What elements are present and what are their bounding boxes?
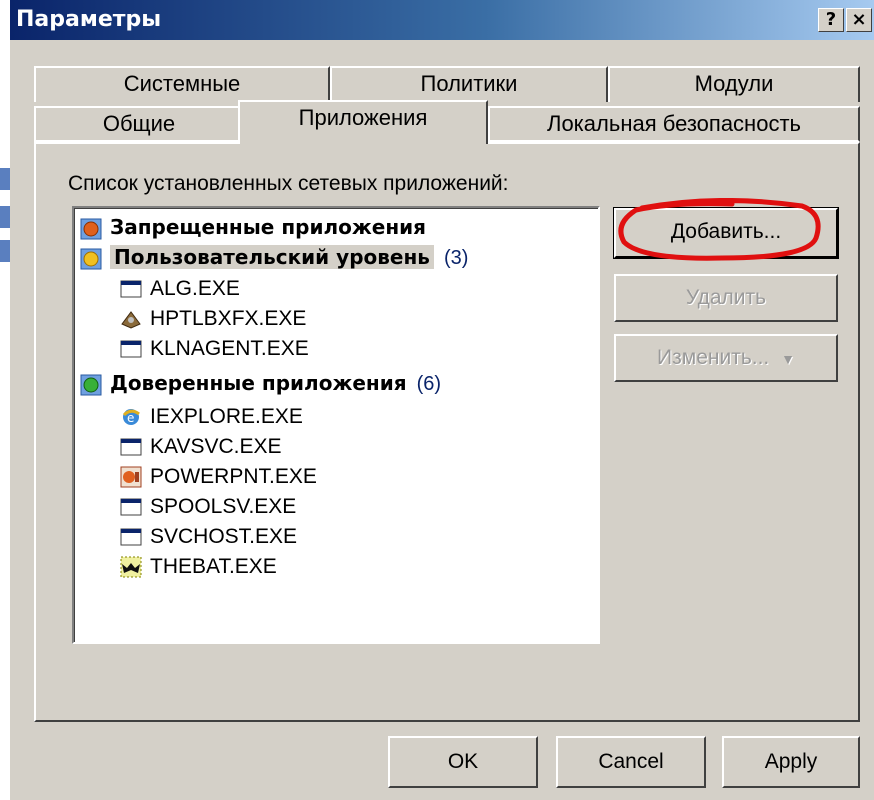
app-name: POWERPNT.EXE bbox=[150, 465, 317, 488]
ok-button[interactable]: OK bbox=[388, 736, 538, 788]
tab-applications[interactable]: Приложения bbox=[238, 100, 488, 144]
tab-system[interactable]: Системные bbox=[34, 66, 330, 102]
cancel-button[interactable]: Cancel bbox=[556, 736, 706, 788]
tab-policies[interactable]: Политики bbox=[330, 66, 608, 102]
applications-tree-list[interactable]: Запрещенные приложения Пользовательский … bbox=[72, 206, 600, 644]
app-item[interactable]: HPTLBXFX.EXE bbox=[120, 304, 306, 334]
app-item[interactable]: ALG.EXE bbox=[120, 274, 240, 304]
app-item[interactable]: SPOOLSV.EXE bbox=[120, 492, 296, 522]
internet-explorer-icon: e bbox=[122, 409, 140, 426]
app-name: SVCHOST.EXE bbox=[150, 525, 298, 548]
tab-local-security[interactable]: Локальная безопасность bbox=[488, 106, 860, 142]
close-button[interactable]: × bbox=[846, 8, 872, 32]
tab-modules[interactable]: Модули bbox=[608, 66, 860, 102]
app-name: KLNAGENT.EXE bbox=[150, 337, 309, 360]
app-item[interactable]: KLNAGENT.EXE bbox=[120, 334, 309, 364]
tab-general[interactable]: Общие bbox=[34, 106, 244, 142]
blocked-shield-icon bbox=[80, 218, 102, 239]
background-fragment bbox=[0, 240, 10, 262]
app-item[interactable]: POWERPNT.EXE bbox=[120, 462, 317, 492]
group-trusted-apps[interactable]: Доверенные приложения (6) bbox=[80, 368, 441, 398]
edit-button-label: Изменить... bbox=[657, 346, 770, 369]
trusted-shield-icon bbox=[80, 374, 102, 395]
user-level-shield-icon bbox=[80, 248, 102, 269]
window-app-icon bbox=[120, 438, 142, 456]
background-fragment bbox=[0, 168, 10, 190]
app-item[interactable]: KAVSVC.EXE bbox=[120, 432, 282, 462]
remove-button[interactable]: Удалить bbox=[614, 274, 838, 322]
window-title: Параметры bbox=[16, 7, 162, 32]
toolbox-app-icon bbox=[121, 311, 141, 330]
background-fragment bbox=[0, 206, 10, 228]
help-button[interactable]: ? bbox=[818, 8, 844, 32]
window-app-icon bbox=[120, 340, 142, 358]
group-label: Пользовательский уровень bbox=[110, 245, 434, 269]
group-label: Запрещенные приложения bbox=[110, 215, 427, 239]
the-bat-icon bbox=[120, 556, 142, 578]
group-count: (3) bbox=[443, 247, 469, 269]
app-item[interactable]: SVCHOST.EXE bbox=[120, 522, 297, 552]
app-item[interactable]: THEBAT.EXE bbox=[120, 552, 277, 582]
edit-button[interactable]: Изменить... ▼ bbox=[614, 334, 838, 382]
window-app-icon bbox=[120, 498, 142, 516]
group-user-level[interactable]: Пользовательский уровень (3) bbox=[80, 242, 468, 272]
svg-text:e: e bbox=[127, 411, 134, 425]
parameters-dialog: Параметры ? × Системные Политики Модули … bbox=[10, 0, 874, 800]
app-item[interactable]: e IEXPLORE.EXE bbox=[120, 402, 303, 432]
group-count: (6) bbox=[416, 373, 442, 395]
chevron-down-icon: ▼ bbox=[781, 351, 795, 367]
window-app-icon bbox=[120, 528, 142, 546]
powerpoint-icon bbox=[120, 466, 142, 488]
group-label: Доверенные приложения bbox=[110, 371, 407, 395]
window-app-icon bbox=[120, 280, 142, 298]
app-name: SPOOLSV.EXE bbox=[150, 495, 297, 518]
applications-list-label: Список установленных сетевых приложений: bbox=[68, 172, 509, 195]
app-name: HPTLBXFX.EXE bbox=[150, 307, 307, 330]
app-name: ALG.EXE bbox=[150, 277, 240, 300]
app-name: KAVSVC.EXE bbox=[150, 435, 282, 458]
apply-button[interactable]: Apply bbox=[722, 736, 860, 788]
title-bar[interactable]: Параметры ? × bbox=[10, 0, 874, 40]
app-name: IEXPLORE.EXE bbox=[150, 405, 303, 428]
app-name: THEBAT.EXE bbox=[150, 555, 277, 578]
group-blocked-apps[interactable]: Запрещенные приложения bbox=[80, 212, 426, 242]
add-button[interactable]: Добавить... bbox=[613, 207, 839, 259]
